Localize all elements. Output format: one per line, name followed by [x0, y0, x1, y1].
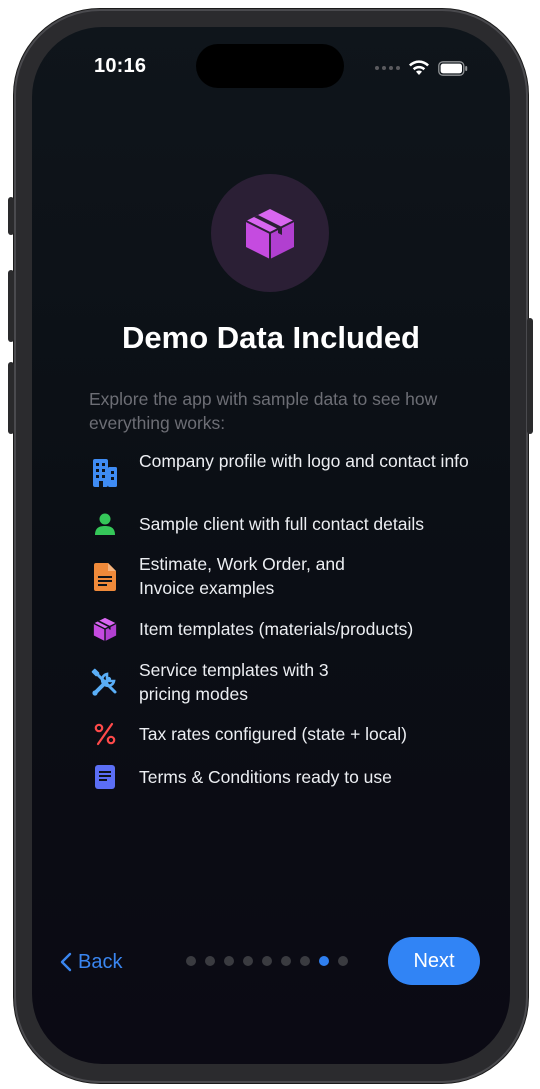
page-dot[interactable]	[205, 956, 215, 966]
feature-text: Item templates (materials/products)	[139, 619, 414, 639]
status-time: 10:16	[94, 55, 147, 77]
page-title: Demo Data Included	[122, 320, 420, 355]
tools-icon	[89, 667, 121, 699]
cube-icon	[245, 209, 295, 259]
cube-icon	[89, 613, 121, 645]
feature-text: Service templates with 3 pricing modes	[139, 660, 329, 704]
dynamic-island	[196, 44, 344, 88]
hero-icon-circle	[211, 174, 329, 292]
app-screen: 10:16 Demo Data Included Explore the app…	[32, 27, 510, 1064]
note-icon	[89, 761, 121, 793]
page-dot[interactable]	[243, 956, 253, 966]
page-dot-active[interactable]	[319, 956, 329, 966]
wifi-icon	[409, 60, 429, 75]
page-dot[interactable]	[224, 956, 234, 966]
page-dot[interactable]	[186, 956, 196, 966]
page-dot[interactable]	[262, 956, 272, 966]
page-dot[interactable]	[338, 956, 348, 966]
action-button	[8, 197, 14, 235]
battery-icon	[438, 60, 468, 76]
document-icon	[89, 561, 121, 593]
building-icon	[89, 457, 121, 489]
next-button[interactable]: Next	[388, 937, 480, 985]
power-button	[527, 318, 533, 434]
feature-text: Sample client with full contact details	[139, 514, 424, 534]
feature-text: Company profile with logo and contact in…	[139, 451, 469, 471]
page-dot[interactable]	[281, 956, 291, 966]
percent-icon	[89, 718, 121, 750]
page-indicator	[186, 956, 348, 966]
back-label: Back	[78, 950, 123, 973]
person-icon	[89, 508, 121, 540]
feature-text: Tax rates configured (state + local)	[139, 724, 407, 744]
back-button[interactable]: Back	[60, 948, 122, 976]
page-subtitle: Explore the app with sample data to see …	[89, 389, 438, 433]
cellular-signal-icon	[375, 66, 400, 70]
volume-down-button	[8, 362, 14, 434]
chevron-left-icon	[60, 952, 72, 972]
feature-text: Terms & Conditions ready to use	[139, 767, 392, 787]
status-indicators	[375, 59, 468, 77]
feature-text: Estimate, Work Order, and Invoice exampl…	[139, 554, 345, 598]
volume-up-button	[8, 270, 14, 342]
page-dot[interactable]	[300, 956, 310, 966]
